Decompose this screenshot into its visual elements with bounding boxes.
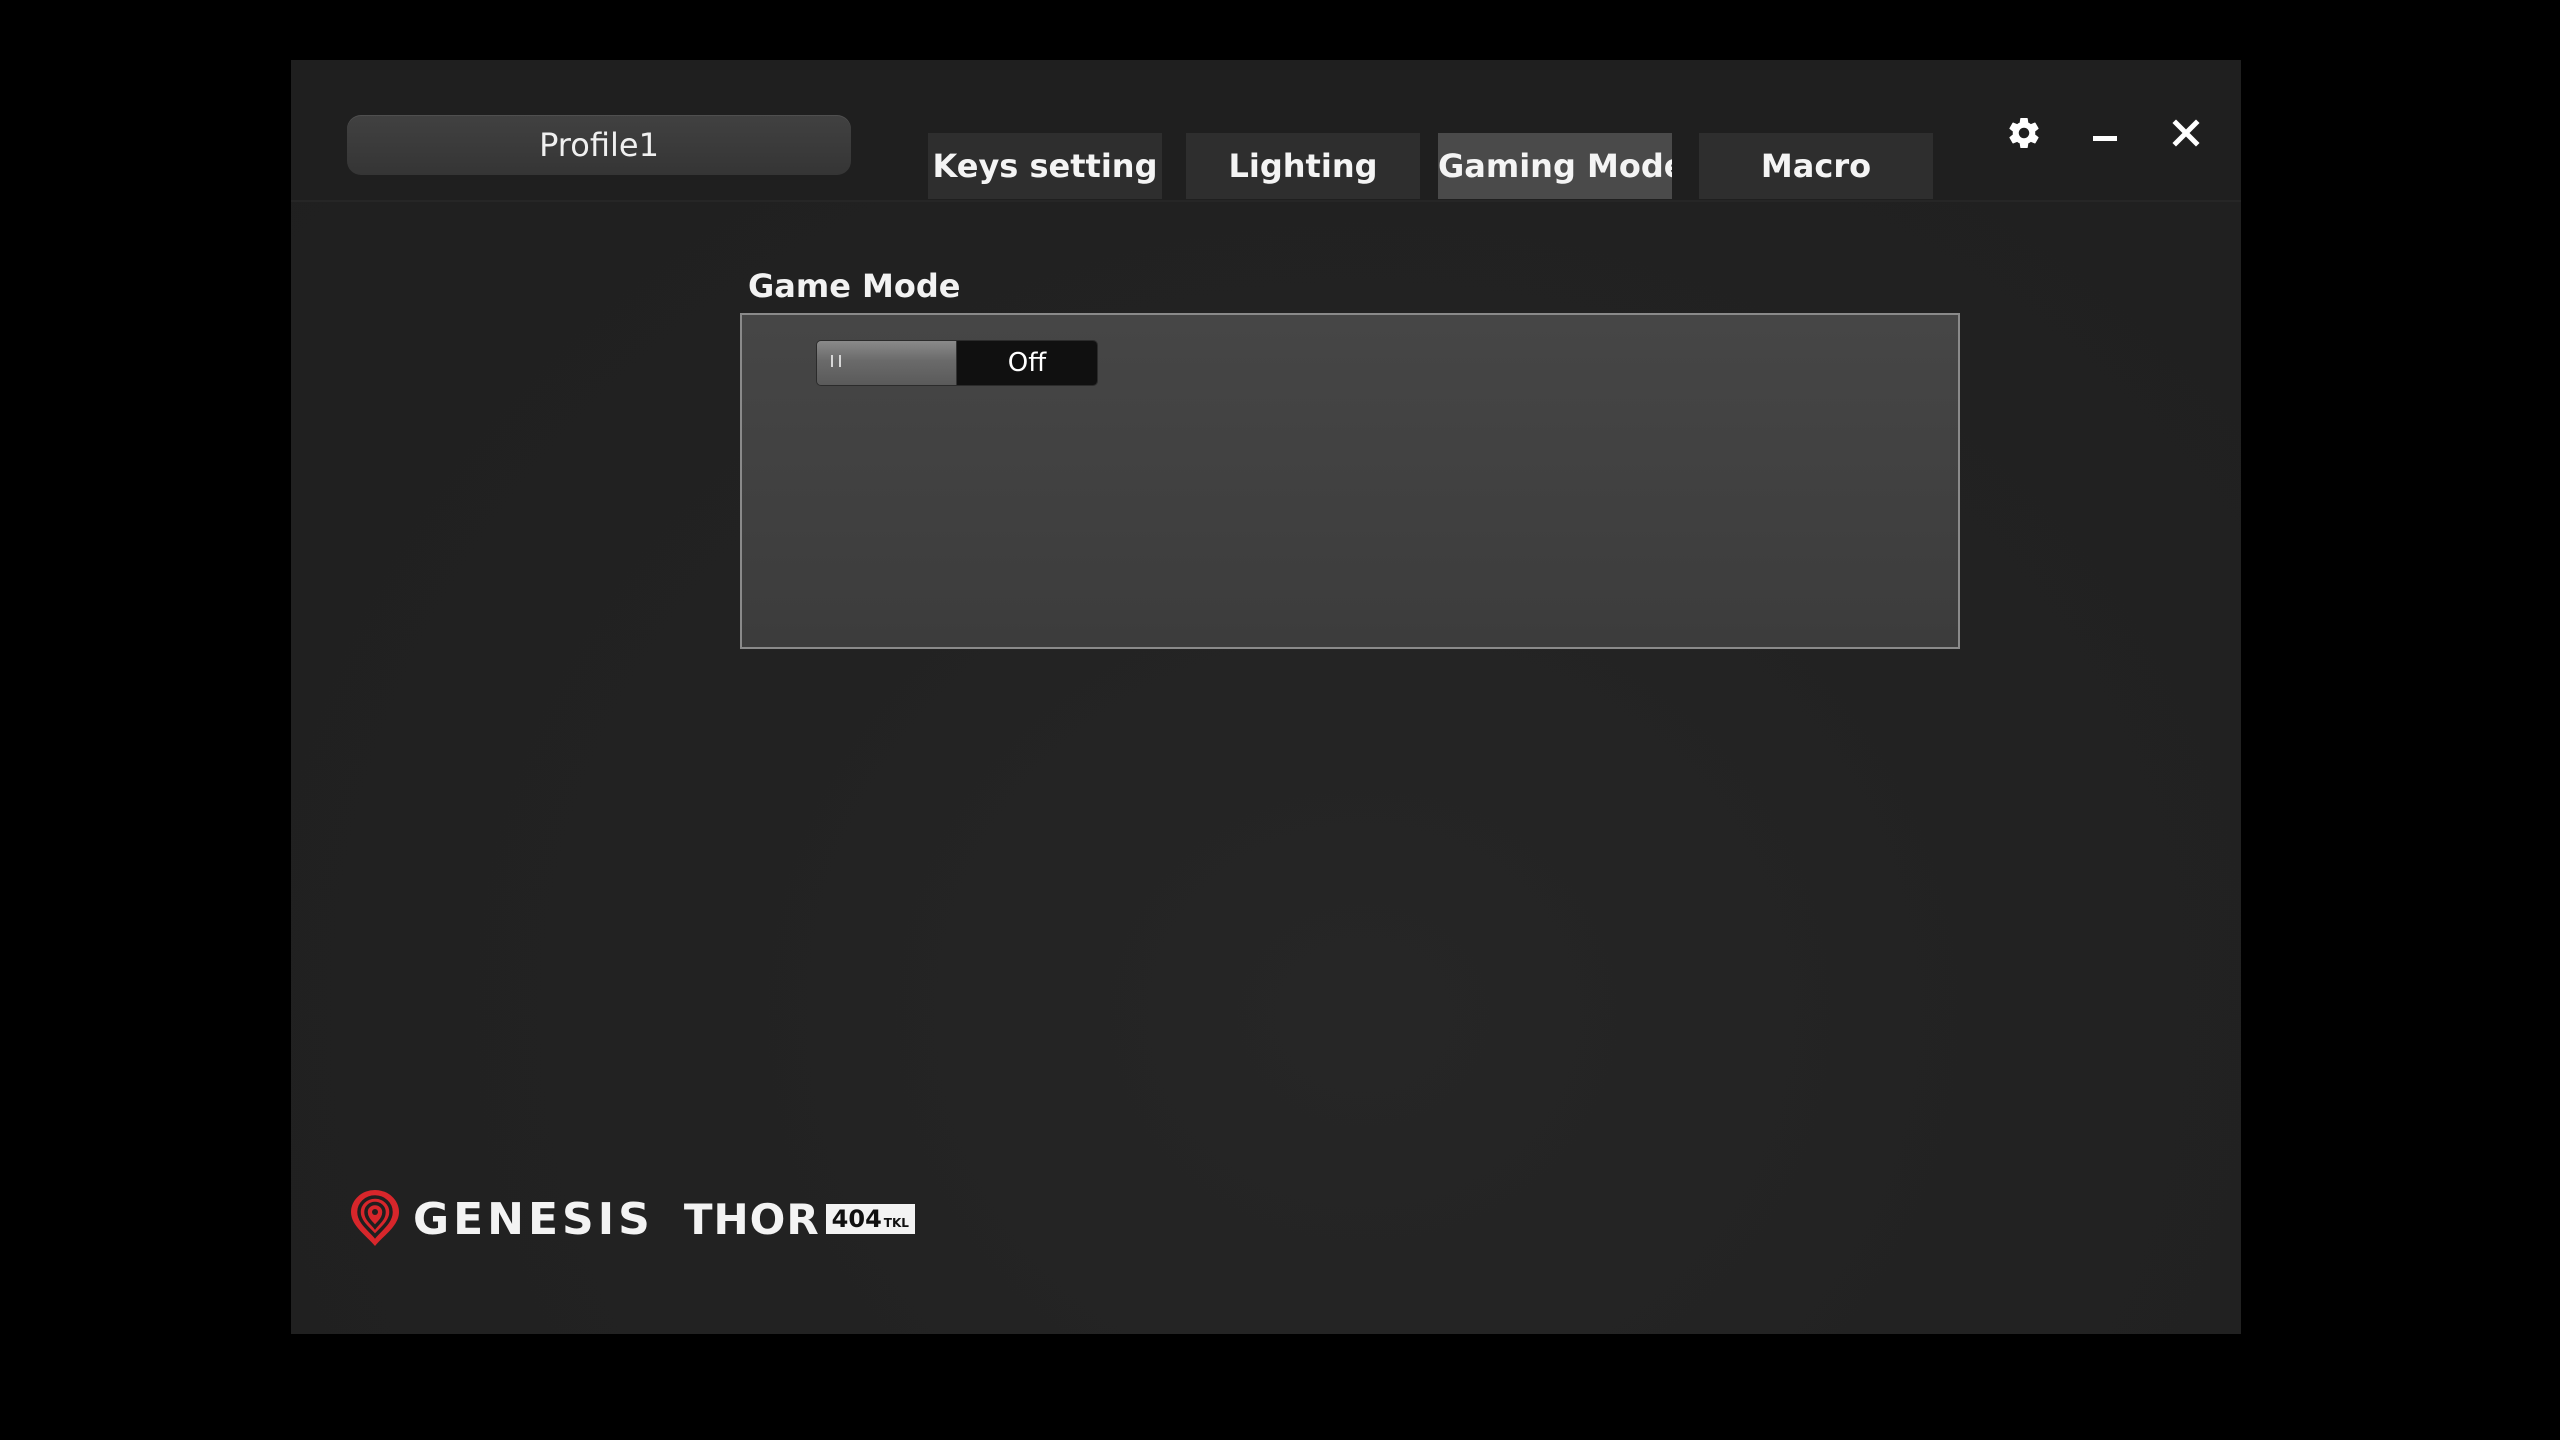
model-suffix: TKL	[883, 1216, 909, 1230]
model-name: THOR	[683, 1194, 820, 1244]
tab-gaming-mode[interactable]: Gaming Mode	[1438, 133, 1672, 199]
model-badge: 404 TKL	[825, 1204, 915, 1234]
app-window: Profile1 Keys setting Lighting Gaming Mo…	[291, 60, 2241, 1334]
tab-macro[interactable]: Macro	[1699, 133, 1933, 199]
genesis-logo-icon	[351, 1190, 399, 1246]
top-bar: Profile1 Keys setting Lighting Gaming Mo…	[291, 60, 2241, 202]
close-icon	[2172, 119, 2200, 147]
tab-keys-setting[interactable]: Keys setting	[928, 133, 1162, 199]
gear-icon	[2009, 117, 2039, 148]
section-title: Game Mode	[748, 267, 961, 305]
tab-lighting[interactable]: Lighting	[1186, 133, 1420, 199]
minimize-button[interactable]	[2078, 106, 2132, 160]
game-mode-toggle[interactable]: Off	[817, 341, 1097, 385]
grip-icon	[831, 355, 841, 367]
brand-name: GENESIS	[413, 1193, 654, 1245]
close-button[interactable]	[2159, 106, 2213, 160]
settings-button[interactable]	[1997, 106, 2051, 160]
model-number: 404	[831, 1205, 882, 1233]
toggle-state-label: Off	[957, 341, 1097, 385]
brand-logo: GENESIS THOR 404 TKL	[347, 1188, 915, 1250]
minimize-icon	[2093, 136, 2117, 141]
profile-selector[interactable]: Profile1	[347, 115, 851, 175]
game-mode-panel: Off	[740, 313, 1960, 649]
toggle-knob[interactable]	[817, 341, 957, 385]
